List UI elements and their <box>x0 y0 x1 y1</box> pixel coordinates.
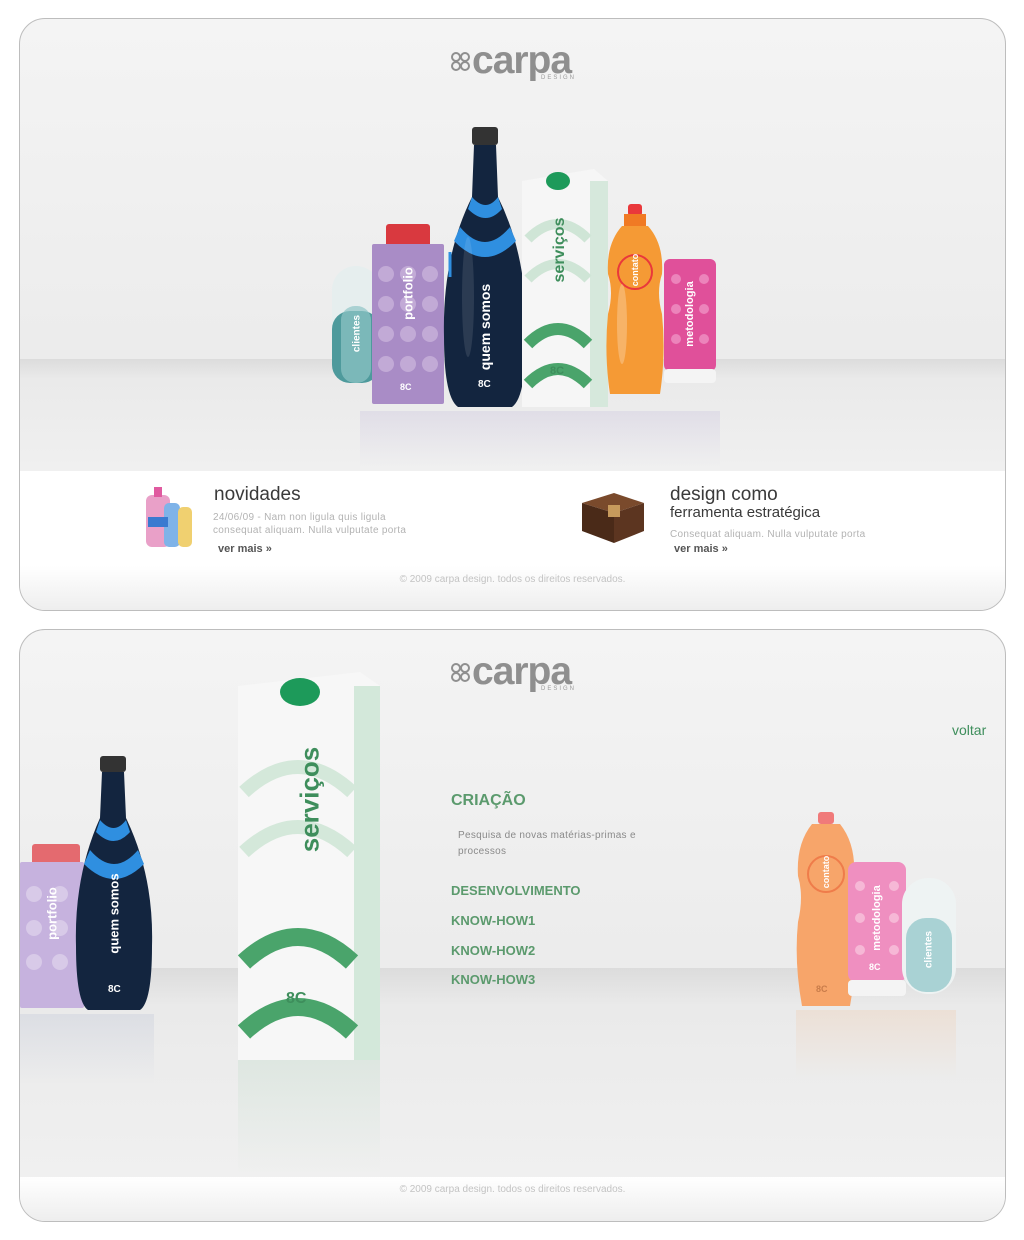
back-link[interactable]: voltar <box>952 722 986 738</box>
quem-somos-label: quem somos <box>106 873 122 954</box>
menu-desenvolvimento[interactable]: DESENVOLVIMENTO <box>451 883 581 898</box>
home-panel: carpa DESIGN clientes portfolio 8C quem … <box>19 18 1006 611</box>
portfolio-package[interactable]: portfolio 8C <box>372 224 444 404</box>
news-text-line2: consequat aliquam. Nulla vulputate porta <box>213 525 407 536</box>
servicos-package[interactable]: serviços 8C <box>522 169 608 407</box>
gift-box-icon <box>582 493 644 543</box>
portfolio-label: portfolio <box>400 267 416 320</box>
clientes-label: clientes <box>351 314 363 353</box>
portfolio-mark: 8C <box>400 382 412 392</box>
menu-know-how1[interactable]: KNOW-HOW1 <box>451 913 535 928</box>
carpa-logo[interactable]: carpa DESIGN <box>450 650 580 700</box>
products-reflection <box>360 411 720 467</box>
feature-title: design como <box>670 484 778 505</box>
servicos-reflection <box>238 1060 380 1175</box>
quem-somos-mark: 8C <box>478 379 491 390</box>
carpa-mark-icon <box>451 52 470 71</box>
feature-subtitle: ferramenta estratégica <box>670 504 821 521</box>
products-right-reflection <box>796 1010 956 1080</box>
news-title: novidades <box>214 484 301 505</box>
feature-more-link[interactable]: ver mais » <box>674 543 728 555</box>
feature-text: Consequat aliquam. Nulla vulputate porta <box>670 529 866 540</box>
metodologia-label: metodologia <box>871 885 883 951</box>
quem-somos-label: quem somos <box>477 283 493 371</box>
metodologia-package[interactable]: metodologia 8C <box>848 862 906 996</box>
logo-subtitle: DESIGN <box>540 686 576 692</box>
metodologia-package[interactable]: metodologia <box>664 259 716 383</box>
clientes-label: clientes <box>923 930 935 969</box>
news-text-line1: 24/06/09 - Nam non ligula quis ligula <box>213 512 386 523</box>
contato-bottle[interactable]: contato 8C <box>796 812 856 1010</box>
quem-somos-bottle[interactable]: quem somos 8C <box>442 127 528 411</box>
contato-bottle-shape <box>606 204 664 394</box>
services-panel: carpa DESIGN voltar portfolio quem somos… <box>19 629 1006 1222</box>
feature-thumbnail <box>578 485 648 553</box>
copyright: © 2009 carpa design. todos os direitos r… <box>399 1184 626 1195</box>
contato-label: contato <box>630 253 640 287</box>
menu-know-how2[interactable]: KNOW-HOW2 <box>451 943 535 958</box>
servicos-mark: 8C <box>550 365 565 377</box>
servicos-label: serviços <box>551 217 568 283</box>
service-description-line2: processos <box>458 846 507 857</box>
contato-mark: 8C <box>816 984 828 994</box>
carpa-logo[interactable]: carpa DESIGN <box>450 39 580 89</box>
contato-label: contato <box>821 855 831 889</box>
carpa-mark-icon <box>451 663 470 682</box>
clientes-package[interactable]: clientes <box>902 878 956 994</box>
service-description-line1: Pesquisa de novas matérias-primas e <box>458 830 636 841</box>
quem-somos-mark: 8C <box>108 984 121 995</box>
servicos-package-large[interactable]: serviços 8C <box>237 672 380 1060</box>
logo-subtitle: DESIGN <box>540 75 576 81</box>
news-thumbnail <box>144 481 196 553</box>
copyright: © 2009 carpa design. todos os direitos r… <box>399 574 626 585</box>
metodologia-label: metodologia <box>684 281 696 347</box>
news-more-link[interactable]: ver mais » <box>218 543 272 555</box>
servicos-package-shape <box>237 672 380 1060</box>
quem-somos-bottle[interactable]: quem somos 8C <box>74 756 154 1014</box>
portfolio-label: portfolio <box>44 887 60 940</box>
menu-know-how3[interactable]: KNOW-HOW3 <box>451 972 535 987</box>
service-heading: CRIAÇÃO <box>451 792 526 809</box>
metodologia-mark: 8C <box>869 962 881 972</box>
servicos-label: serviços <box>294 746 325 853</box>
servicos-mark: 8C <box>286 990 307 1007</box>
detergent-bottles-icon <box>146 487 192 547</box>
footer <box>20 566 1005 610</box>
contato-bottle[interactable]: contato <box>604 204 666 399</box>
products-left-reflection <box>20 1014 154 1084</box>
